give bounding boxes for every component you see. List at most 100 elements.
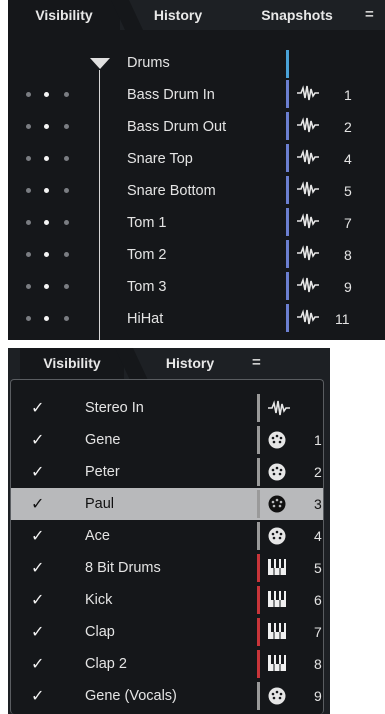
track-name: Tom 1 [127,215,167,231]
track-row-selected[interactable]: ✓ Paul 3 [11,488,323,520]
dot-icon [26,92,31,97]
tab-snapshots[interactable]: Snapshots [252,0,342,30]
waveform-icon [297,245,319,261]
track-row[interactable]: Snare Bottom 5 [8,174,385,206]
tab-menu-icon[interactable]: = [365,0,374,30]
track-row[interactable]: ✓ Gene (Vocals) 9 [11,680,323,712]
track-color-bar [257,490,260,518]
track-color-bar [257,586,260,614]
visibility-check-icon[interactable]: ✓ [31,590,44,610]
track-row[interactable]: ✓ Peter 2 [11,456,323,488]
track-name: Stereo In [85,400,144,416]
tab-history[interactable]: History [138,0,218,30]
instrument-keys-icon [268,559,286,575]
dot-icon [64,284,69,289]
track-color-bar [286,208,289,236]
track-name: Ace [85,528,110,544]
dot-icon [26,220,31,225]
track-row[interactable]: ✓ Stereo In [11,392,323,424]
track-row[interactable]: Tom 1 7 [8,206,385,238]
track-row[interactable]: HiHat 11 [8,302,385,334]
track-color-bar [286,176,289,204]
track-number: 9 [344,279,352,295]
track-row[interactable]: Tom 2 8 [8,238,385,270]
visibility-check-icon[interactable]: ✓ [31,494,44,514]
dot-icon [44,252,49,257]
track-row[interactable]: ✓ 8 Bit Drums 5 [11,552,323,584]
tab-visibility[interactable]: Visibility [20,348,124,379]
waveform-icon [268,400,290,416]
track-name: Paul [85,496,115,512]
visibility-check-icon[interactable]: ✓ [31,622,44,642]
track-list: ✓ Stereo In ✓ Gene 1 ✓ Peter 2 ✓ Paul 3 ✓ Ace 4 ✓ 8 Bit… [10,379,324,714]
track-color-bar [257,522,260,550]
track-row[interactable]: ✓ Gene 1 [11,424,323,456]
waveform-icon [297,213,319,229]
visibility-check-icon[interactable]: ✓ [31,526,44,546]
visibility-check-icon[interactable]: ✓ [31,558,44,578]
track-number: 3 [314,496,322,512]
track-name: HiHat [127,311,164,327]
track-row[interactable]: Bass Drum In 1 [8,78,385,110]
track-color-bar [286,112,289,140]
waveform-icon [297,85,319,101]
track-color-bar [257,650,260,678]
track-color-bar [286,50,289,78]
visibility-check-icon[interactable]: ✓ [31,430,44,450]
dot-icon [64,316,69,321]
track-row[interactable]: ✓ Clap 2 8 [11,648,323,680]
track-row[interactable]: ✓ Clap 7 [11,616,323,648]
track-name: Snare Top [127,151,193,167]
track-row[interactable]: Snare Top 4 [8,142,385,174]
dot-icon [44,124,49,129]
visibility-check-icon[interactable]: ✓ [31,462,44,482]
instrument-keys-icon [268,623,286,639]
waveform-icon [297,309,319,325]
track-number: 9 [314,688,322,704]
track-number: 6 [314,592,322,608]
track-name: Clap 2 [85,656,127,672]
track-row[interactable]: Bass Drum Out 2 [8,110,385,142]
track-number: 8 [314,656,322,672]
visibility-check-icon[interactable]: ✓ [31,654,44,674]
dot-icon [26,284,31,289]
track-number: 1 [314,432,322,448]
dot-icon [64,188,69,193]
track-name: Gene (Vocals) [85,688,177,704]
visibility-check-icon[interactable]: ✓ [31,686,44,706]
tab-bar: Visibility History = [8,348,330,379]
track-number: 2 [314,464,322,480]
track-number: 1 [344,87,352,103]
tab-menu-icon[interactable]: = [252,348,261,378]
track-row[interactable]: ✓ Kick 6 [11,584,323,616]
track-number: 7 [344,215,352,231]
track-list: Drums Bass Drum In 1 Bass Drum Out 2 Snare T… [8,30,385,340]
track-number: 4 [344,151,352,167]
track-number: 7 [314,624,322,640]
folder-row-drums[interactable]: Drums [8,46,385,78]
track-color-bar [286,240,289,268]
track-number: 8 [344,247,352,263]
tab-history[interactable]: History [150,348,230,379]
visibility-check-icon[interactable]: ✓ [31,398,44,418]
track-color-bar [257,618,260,646]
dot-icon [26,316,31,321]
midi-plug-icon [268,527,286,545]
waveform-icon [297,181,319,197]
folder-collapse-triangle-icon[interactable] [90,58,110,69]
track-color-bar [257,458,260,486]
dot-icon [64,252,69,257]
track-row[interactable]: Tom 3 9 [8,270,385,302]
track-row[interactable]: ✓ Ace 4 [11,520,323,552]
track-name: Kick [85,592,113,608]
tab-visibility[interactable]: Visibility [8,0,120,30]
dot-icon [44,316,49,321]
track-name: Bass Drum Out [127,119,227,135]
track-name: Tom 2 [127,247,167,263]
waveform-icon [297,149,319,165]
instrument-keys-icon [268,655,286,671]
dot-icon [44,284,49,289]
track-name: Tom 3 [127,279,167,295]
track-number: 5 [314,560,322,576]
instrument-keys-icon [268,591,286,607]
